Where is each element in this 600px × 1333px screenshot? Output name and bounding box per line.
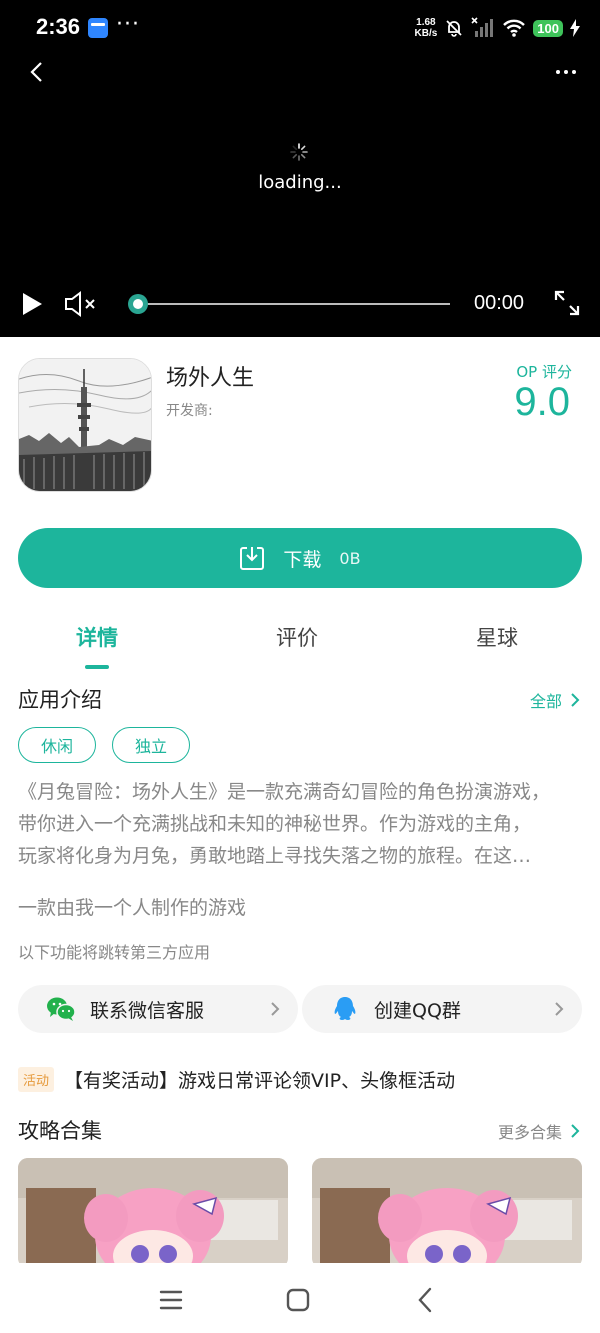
status-indicators: 1.68 KB/s 100 xyxy=(415,14,580,42)
tab-indicator xyxy=(85,665,109,669)
guide-card[interactable] xyxy=(18,1158,288,1268)
no-signal-icon xyxy=(471,17,494,37)
play-icon xyxy=(23,293,42,315)
fullscreen-icon xyxy=(554,290,580,316)
qq-icon xyxy=(334,997,356,1020)
nav-back-icon[interactable] xyxy=(411,1285,441,1315)
more-notifications-icon: ··· xyxy=(116,12,140,37)
app-icon-sketch xyxy=(19,359,151,491)
battery-level: 100 xyxy=(533,19,563,37)
description-line: 带你进入一个充满挑战和未知的神秘世界。作为游戏的主角， xyxy=(18,813,532,835)
download-label: 下载 xyxy=(283,548,322,571)
notification-app-icon xyxy=(88,18,108,38)
tag-indie[interactable]: 独立 xyxy=(112,727,191,763)
score-value: 9.0 xyxy=(514,380,570,424)
progress-knob[interactable] xyxy=(128,294,148,314)
tab-planet[interactable]: 星球 xyxy=(437,622,557,652)
video-player[interactable]: 2:36 ··· 1.68 KB/s 100 loading... 00:00 xyxy=(0,0,600,337)
intro-title: 应用介绍 xyxy=(18,688,102,712)
more-icon xyxy=(556,70,576,74)
fullscreen-button[interactable] xyxy=(552,288,582,318)
activity-badge: 活动 xyxy=(18,1067,55,1092)
network-speed-unit: KB/s xyxy=(414,28,438,39)
download-button[interactable]: 下载 0B xyxy=(18,528,582,588)
intro-all-label: 全部 xyxy=(529,692,562,711)
score-label: OP 评分 xyxy=(516,363,572,381)
developer-label: 开发商: xyxy=(166,403,213,419)
download-icon xyxy=(240,547,265,570)
activity-banner[interactable]: 活动 【有奖活动】游戏日常评论领VIP、头像框活动 xyxy=(18,1066,455,1093)
guides-more-link[interactable]: 更多合集 xyxy=(498,1119,580,1143)
system-nav-bar xyxy=(0,1263,600,1333)
back-button[interactable] xyxy=(18,56,54,88)
network-speed-value: 1.68 xyxy=(416,17,436,28)
network-speed: 1.68 KB/s xyxy=(415,17,438,39)
activity-text: 【有奖活动】游戏日常评论领VIP、头像框活动 xyxy=(64,1070,456,1092)
mute-bell-icon xyxy=(446,20,462,37)
back-icon xyxy=(30,62,42,82)
tab-details[interactable]: 详情 xyxy=(37,622,157,652)
intro-all-link[interactable]: 全部 xyxy=(530,688,580,712)
video-time: 00:00 xyxy=(474,292,525,314)
guides-title: 攻略合集 xyxy=(18,1119,102,1143)
wechat-contact-button[interactable]: 联系微信客服 xyxy=(18,985,298,1033)
more-button[interactable] xyxy=(546,56,586,88)
status-time: 2:36 xyxy=(36,14,81,39)
wifi-icon xyxy=(503,19,526,37)
progress-track[interactable] xyxy=(130,303,450,305)
qq-group-button[interactable]: 创建QQ群 xyxy=(302,985,582,1033)
qq-group-label: 创建QQ群 xyxy=(374,999,461,1022)
mute-button[interactable] xyxy=(64,290,98,318)
play-button[interactable] xyxy=(18,290,46,318)
description-line: 玩家将化身为月兔，勇敢地踏上寻找失落之物的旅程。在这… xyxy=(18,845,532,867)
app-description: 《月兔冒险：场外人生》是一款充满奇幻冒险的角色扮演游戏， 带你进入一个充满挑战和… xyxy=(18,776,584,872)
chevron-right-icon xyxy=(571,693,580,707)
guide-card[interactable] xyxy=(312,1158,582,1268)
chevron-right-icon xyxy=(571,1124,580,1138)
description-secondary: 一款由我一个人制作的游戏 xyxy=(18,897,247,919)
guide-card-image xyxy=(312,1158,582,1268)
menu-icon[interactable] xyxy=(156,1285,186,1315)
mute-icon xyxy=(65,291,95,317)
chevron-right-icon xyxy=(271,1002,280,1016)
description-line: 《月兔冒险：场外人生》是一款充满奇幻冒险的角色扮演游戏， xyxy=(18,781,551,803)
guide-card-image xyxy=(18,1158,288,1268)
download-size: 0B xyxy=(339,548,361,568)
charging-icon xyxy=(570,19,580,37)
wechat-contact-label: 联系微信客服 xyxy=(90,999,205,1022)
wechat-icon xyxy=(47,997,76,1021)
tab-reviews[interactable]: 评价 xyxy=(237,622,357,652)
loading-spinner-icon xyxy=(290,143,308,161)
app-icon xyxy=(18,358,152,492)
app-name: 场外人生 xyxy=(166,366,255,391)
tab-bar: 详情 评价 星球 xyxy=(0,622,600,672)
home-icon[interactable] xyxy=(283,1285,313,1315)
tag-casual[interactable]: 休闲 xyxy=(18,727,97,763)
loading-text: loading... xyxy=(258,172,342,193)
third-party-note: 以下功能将跳转第三方应用 xyxy=(18,943,211,962)
status-bar: 2:36 ··· 1.68 KB/s 100 xyxy=(0,0,600,58)
guides-more-label: 更多合集 xyxy=(497,1123,562,1142)
chevron-right-icon xyxy=(555,1002,564,1016)
tag-list: 休闲 独立 xyxy=(18,727,191,763)
